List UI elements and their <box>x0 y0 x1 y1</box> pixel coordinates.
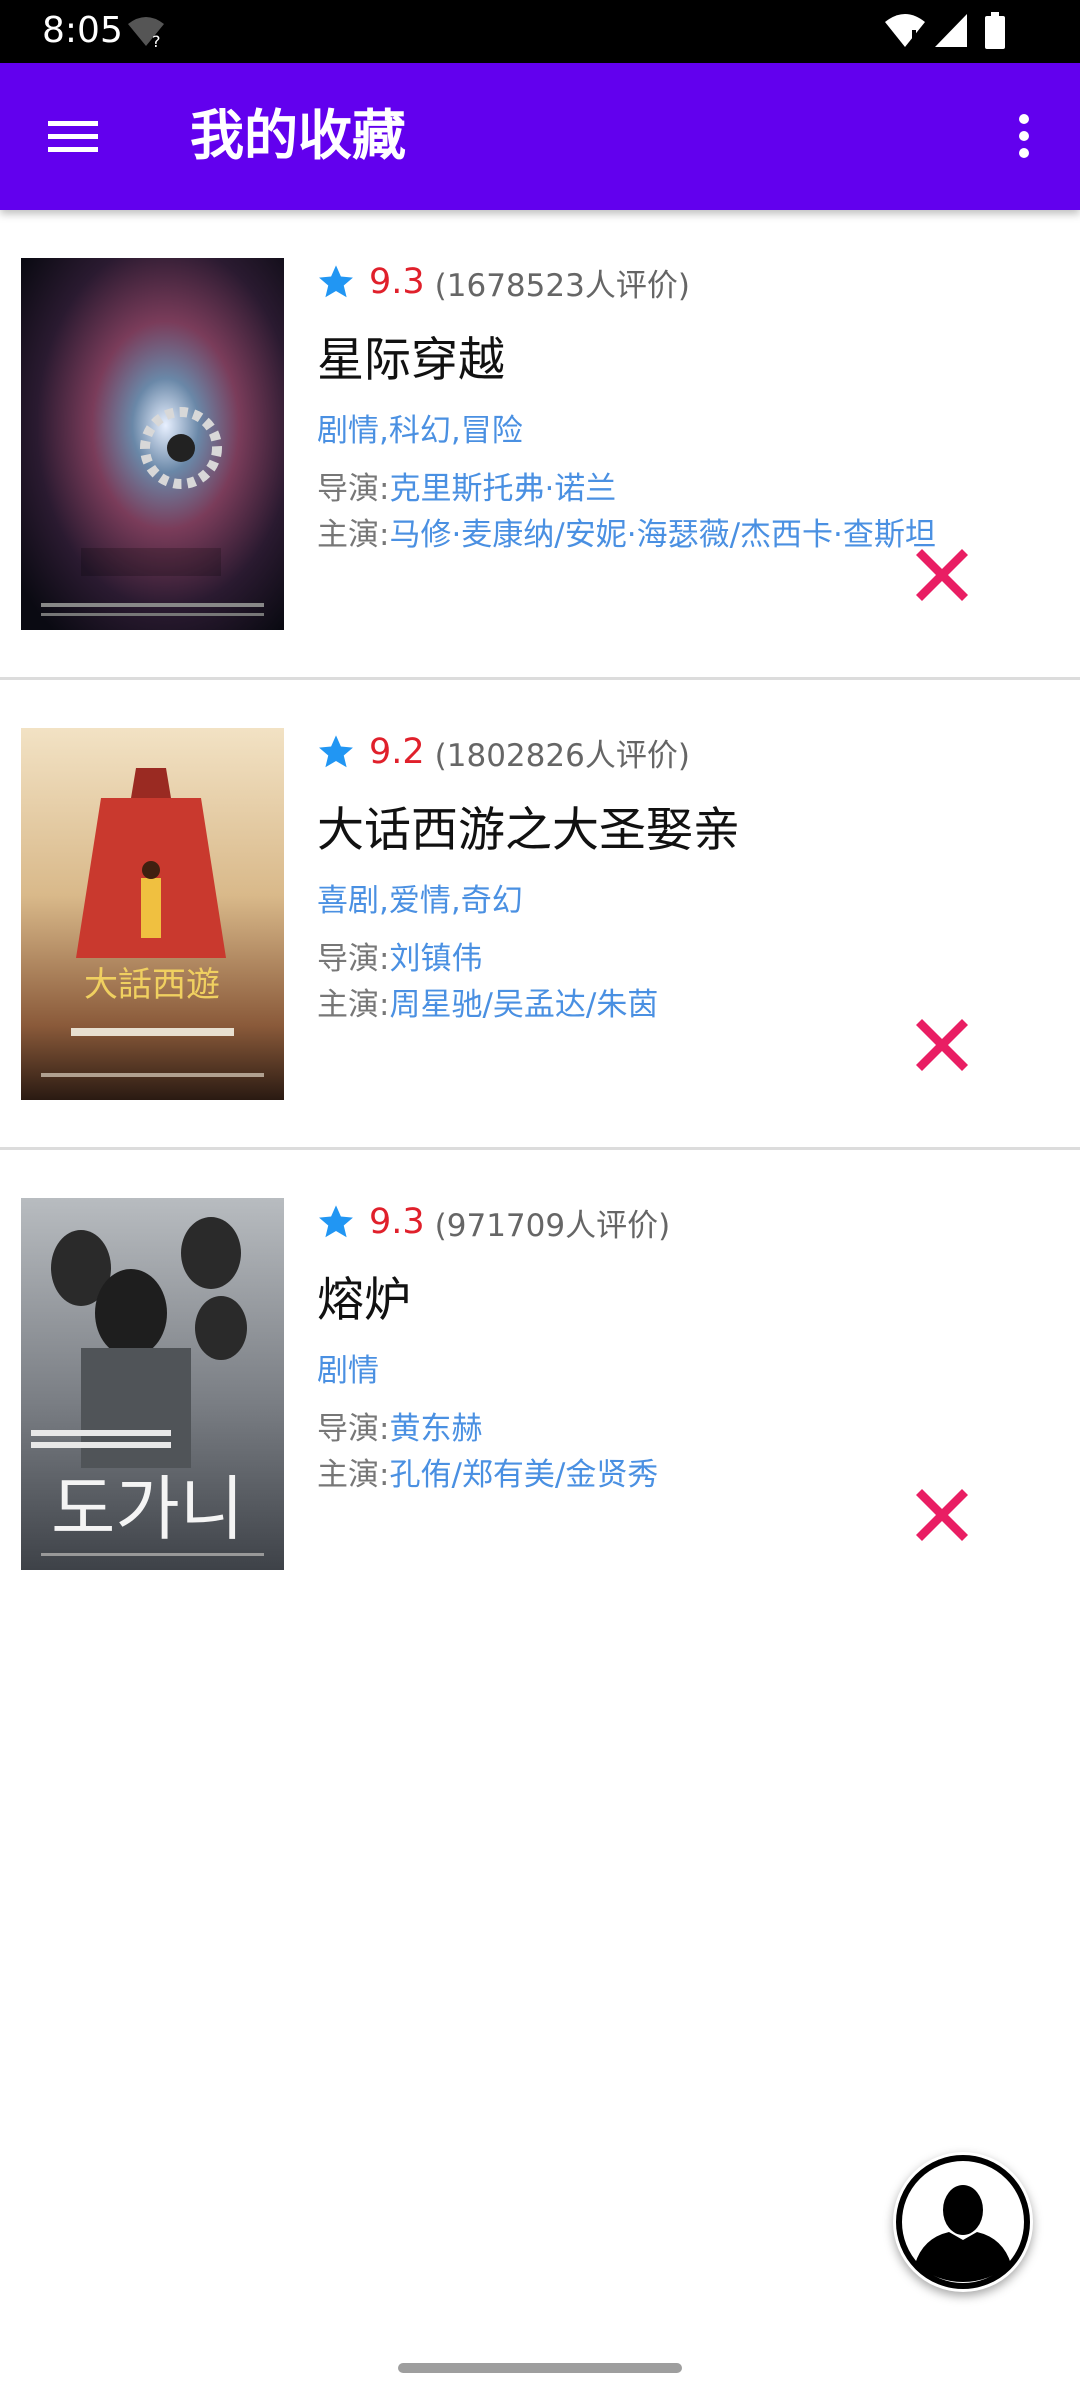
hamburger-menu-icon <box>48 121 98 152</box>
svg-text:?: ? <box>152 32 161 48</box>
star-icon <box>319 735 353 768</box>
star-icon <box>319 265 353 298</box>
more-options-button[interactable] <box>1000 103 1048 169</box>
movie-info: 9.3 (1678523人评价) 星际穿越 剧情,科幻,冒险 导演:克里斯托弗·… <box>317 254 1057 558</box>
movie-genres: 喜剧,爱情,奇幻 <box>317 883 523 919</box>
rating-count: (1802826人评价) <box>434 737 690 774</box>
director-line: 导演:刘镇伟 <box>317 936 1057 982</box>
svg-text:大話西遊: 大話西遊 <box>84 965 220 1005</box>
close-x-icon <box>916 1019 968 1071</box>
movie-genres: 剧情,科幻,冒险 <box>317 413 523 449</box>
rating-row: 9.2 (1802826人评价) <box>317 724 1057 780</box>
status-time: 8:05 <box>42 10 123 51</box>
rating-count: (1678523人评价) <box>434 267 690 304</box>
page-title: 我的收藏 <box>190 104 406 167</box>
movie-info: 9.2 (1802826人评价) 大话西游之大圣娶亲 喜剧,爱情,奇幻 导演:刘… <box>317 724 1057 1028</box>
svg-text:도가니: 도가니 <box>51 1468 244 1550</box>
list-item[interactable]: 9.3 (1678523人评价) 星际穿越 剧情,科幻,冒险 导演:克里斯托弗·… <box>0 210 1080 680</box>
rating-score: 9.3 <box>369 1202 425 1242</box>
star-icon <box>319 1205 353 1238</box>
director-link[interactable]: 刘镇伟 <box>389 941 482 977</box>
movie-poster[interactable]: 도가니 <box>21 1198 284 1570</box>
director-label: 导演: <box>317 1411 390 1447</box>
cast-link[interactable]: 周星驰/吴孟达/朱茵 <box>389 987 658 1023</box>
movie-genres: 剧情 <box>317 1353 379 1389</box>
cast-label: 主演: <box>317 517 390 553</box>
cast-link[interactable]: 孔侑/郑有美/金贤秀 <box>389 1457 658 1493</box>
movie-info: 9.3 (971709人评价) 熔炉 剧情 导演:黄东赫 主演:孔侑/郑有美/金… <box>317 1194 1057 1498</box>
cast-label: 主演: <box>317 987 390 1023</box>
director-link[interactable]: 克里斯托弗·诺兰 <box>389 471 616 507</box>
movie-title: 大话西游之大圣娶亲 <box>317 803 740 858</box>
rating-score: 9.3 <box>369 262 425 302</box>
app-bar: 我的收藏 <box>0 63 1080 210</box>
user-avatar-icon <box>896 2155 1030 2289</box>
home-indicator[interactable] <box>398 2363 682 2373</box>
cast-label: 主演: <box>317 1457 390 1493</box>
wifi-question-icon: ? <box>126 14 166 52</box>
more-vertical-icon <box>1019 114 1029 158</box>
movie-poster[interactable] <box>21 258 284 630</box>
movie-title: 熔炉 <box>317 1273 411 1328</box>
director-link[interactable]: 黄东赫 <box>389 1411 482 1447</box>
remove-favorite-button[interactable] <box>912 545 972 605</box>
close-x-icon <box>916 549 968 601</box>
list-item[interactable]: 도가니 9.3 (971709人评价) 熔炉 剧情 导演:黄东赫 主演:孔侑/郑… <box>0 1150 1080 1620</box>
user-avatar-button[interactable] <box>893 2152 1033 2292</box>
rating-row: 9.3 (971709人评价) <box>317 1194 1057 1250</box>
remove-favorite-button[interactable] <box>912 1015 972 1075</box>
rating-score: 9.2 <box>369 732 425 772</box>
menu-button[interactable] <box>30 103 116 169</box>
movie-poster[interactable]: 大話西遊 <box>21 728 284 1100</box>
close-x-icon <box>916 1489 968 1541</box>
director-line: 导演:克里斯托弗·诺兰 <box>317 466 1057 512</box>
list-item[interactable]: 大話西遊 9.2 (1802826人评价) 大话西游之大圣娶亲 喜剧,爱情,奇幻… <box>0 680 1080 1150</box>
battery-icon <box>984 12 1006 54</box>
director-label: 导演: <box>317 471 390 507</box>
rating-row: 9.3 (1678523人评价) <box>317 254 1057 310</box>
director-label: 导演: <box>317 941 390 977</box>
movie-title: 星际穿越 <box>317 333 505 388</box>
signal-icon <box>934 12 968 52</box>
favorites-list: 9.3 (1678523人评价) 星际穿越 剧情,科幻,冒险 导演:克里斯托弗·… <box>0 210 1080 1620</box>
status-bar: 8:05 ? <box>0 0 1080 63</box>
rating-count: (971709人评价) <box>434 1207 671 1244</box>
wifi-icon <box>884 12 926 52</box>
director-line: 导演:黄东赫 <box>317 1406 1057 1452</box>
cast-link[interactable]: 马修·麦康纳/安妮·海瑟薇/杰西卡·查斯坦 <box>389 517 935 553</box>
remove-favorite-button[interactable] <box>912 1485 972 1545</box>
